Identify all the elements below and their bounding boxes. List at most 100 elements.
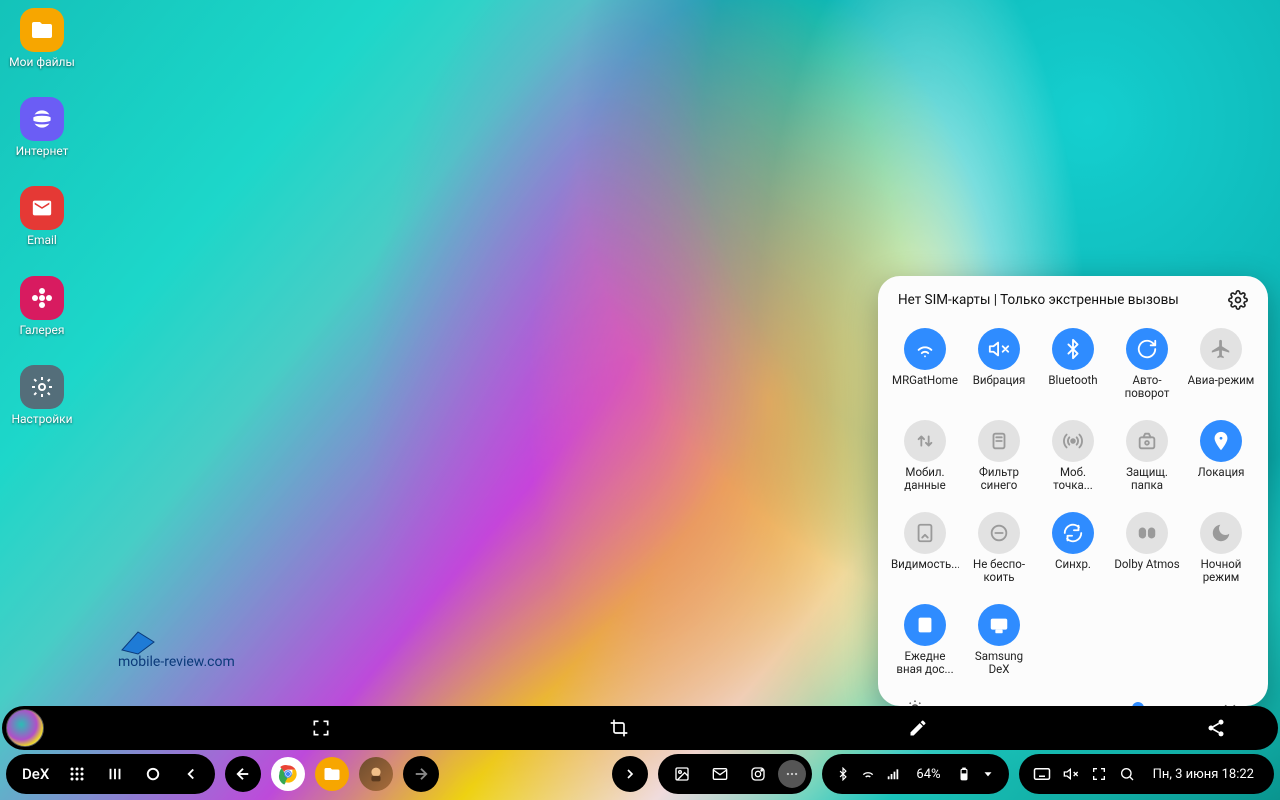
dex-button[interactable]: DeX [12,765,57,783]
qs-tile-visibility[interactable]: Видимость... [890,506,960,592]
edit-pencil-icon[interactable] [896,706,940,750]
dex-icon [978,604,1020,646]
qs-tile-label: Мобил. данные [891,466,959,494]
status-dropdown-icon[interactable] [981,767,995,781]
folder-icon [20,8,64,52]
planet-icon [20,97,64,141]
qs-tile-dex[interactable]: Samsung DeX [964,598,1034,684]
secfolder-icon [1126,420,1168,462]
desktop-icon-gallery[interactable]: Галерея [6,276,78,337]
desktop-icons: Мои файлы Интернет Email Галерея Настройки [6,8,78,426]
desktop-icon-email[interactable]: Email [6,186,78,247]
desktop-icon-label: Email [27,234,57,247]
app-chrome[interactable] [271,757,305,791]
qs-tile-label: Ежедне вная дос... [891,650,959,678]
qs-tile-label: Фильтр синего [965,466,1033,494]
search-icon[interactable] [1119,766,1135,782]
wifi-icon [904,328,946,370]
tray-instagram-icon[interactable] [740,756,776,792]
qs-tile-label: Моб. точка... [1039,466,1107,494]
status-battery-icon [957,767,971,781]
qs-tile-label: Синхр. [1055,558,1091,586]
recents-button[interactable] [97,756,133,792]
desktop-icon-label: Мои файлы [9,56,75,69]
tray-apps [658,754,812,794]
qs-tile-airplane[interactable]: Авиа-режим [1186,322,1256,408]
back-button[interactable] [173,756,209,792]
qs-tile-label: Dolby Atmos [1114,558,1179,586]
screenshot-toolbar [2,706,1278,750]
hotspot-icon [1052,420,1094,462]
qs-tile-label: Ночной режим [1187,558,1255,586]
settings-gear-icon[interactable] [1228,290,1248,310]
quick-settings-grid: MRGatHome Вибрация Bluetooth Авто-поворотАв… [888,318,1258,688]
qs-tile-bluefilter[interactable]: Фильтр синего [964,414,1034,500]
qs-tile-secfolder[interactable]: Защищ. папка [1112,414,1182,500]
history-back-button[interactable] [225,756,261,792]
qs-tile-sync[interactable]: Синхр. [1038,506,1108,592]
nav-cluster: DeX [6,754,215,794]
qs-tile-rotate[interactable]: Авто-поворот [1112,322,1182,408]
watermark: mobile-review.com [118,628,235,671]
qs-tile-bluetooth[interactable]: Bluetooth [1038,322,1108,408]
status-signal-icon [886,767,900,781]
qs-tile-location[interactable]: Локация [1186,414,1256,500]
qs-tile-label: MRGatHome [892,374,958,402]
app-myfiles[interactable] [315,757,349,791]
desktop-icon-label: Настройки [11,413,72,426]
qs-tile-briefing[interactable]: Ежедне вная дос... [890,598,960,684]
qs-tile-night[interactable]: Ночной режим [1186,506,1256,592]
history-forward-button[interactable] [403,756,439,792]
gear-icon [20,365,64,409]
app-game[interactable] [359,757,393,791]
fullscreen-icon[interactable] [299,706,343,750]
status-bluetooth-icon [836,767,850,781]
location-icon [1200,420,1242,462]
share-icon[interactable] [1194,706,1238,750]
briefing-icon [904,604,946,646]
desktop-icon-label: Галерея [20,324,65,337]
screenshot-icon[interactable] [1091,766,1107,782]
qs-tile-dnd[interactable]: Не беспо-коить [964,506,1034,592]
qs-tile-label: Видимость... [891,558,959,586]
qs-tile-label: Bluetooth [1048,374,1097,402]
screenshot-thumbnail[interactable] [6,709,44,747]
qs-tile-label: Вибрация [973,374,1026,402]
status-cluster[interactable]: 64% [822,754,1008,794]
bluefilter-icon [978,420,1020,462]
rotate-icon [1126,328,1168,370]
battery-text: 64% [910,767,946,782]
app-drawer-icon[interactable] [59,756,95,792]
qs-tile-dolby[interactable]: Dolby Atmos [1112,506,1182,592]
mute-icon[interactable] [1063,766,1079,782]
flower-icon [20,276,64,320]
qs-tile-mobiledata[interactable]: Мобил. данные [890,414,960,500]
qs-tile-hotspot[interactable]: Моб. точка... [1038,414,1108,500]
qs-tile-label: Авиа-режим [1188,374,1255,402]
keyboard-icon[interactable] [1033,767,1051,781]
desktop-icon-internet[interactable]: Интернет [6,97,78,158]
vibrate-icon [978,328,1020,370]
qs-tile-vibrate[interactable]: Вибрация [964,322,1034,408]
qs-tile-label: Защищ. папка [1113,466,1181,494]
bluetooth-icon [1052,328,1094,370]
status-wifi-icon [860,766,876,782]
airplane-icon [1200,328,1242,370]
crop-icon[interactable] [597,706,641,750]
visibility-icon [904,512,946,554]
sync-icon [1052,512,1094,554]
expand-tray-button[interactable] [612,756,648,792]
desktop-icon-settings[interactable]: Настройки [6,365,78,426]
dnd-icon [978,512,1020,554]
night-icon [1200,512,1242,554]
home-button[interactable] [135,756,171,792]
tray-more-icon[interactable] [778,760,806,788]
desktop-icon-files[interactable]: Мои файлы [6,8,78,69]
qs-tile-wifi[interactable]: MRGatHome [890,322,960,408]
taskbar: DeX 64% [0,752,1280,796]
datetime-text[interactable]: Пн, 3 июня 18:22 [1147,767,1260,782]
qs-tile-label: Авто-поворот [1113,374,1181,402]
quick-settings-panel: Нет SIM-карты | Только экстренные вызовы… [878,276,1268,706]
tray-gallery-icon[interactable] [664,756,700,792]
tray-mail-icon[interactable] [702,756,738,792]
